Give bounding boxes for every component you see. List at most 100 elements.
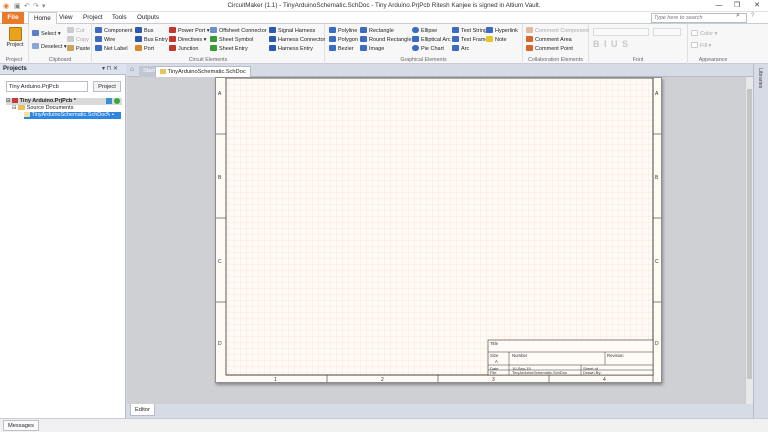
note-button[interactable]: Note — [486, 36, 507, 44]
round-rectangle-button[interactable]: Round Rectangle — [360, 36, 412, 44]
document-status-icon: ✎ ▪ — [106, 112, 115, 118]
folder-collapse-icon[interactable]: ⊟ — [12, 105, 17, 111]
tab-project[interactable]: Project — [78, 12, 108, 24]
directives-button[interactable]: Directives ▾ — [169, 36, 206, 44]
tree-item-schematic[interactable]: TinyArduinoSchematic.SchDoc ✎ ▪ — [24, 112, 121, 119]
component-icon — [95, 27, 102, 33]
arc-label: Arc — [461, 46, 470, 52]
note-label: Note — [495, 37, 507, 43]
zone-label-col-2: 2 — [381, 377, 384, 383]
junction-button[interactable]: Junction — [169, 45, 199, 53]
tab-schematic-label: TinyArduinoSchematic.SchDoc — [167, 69, 246, 75]
font-size-select[interactable] — [653, 28, 681, 36]
wire-icon — [95, 36, 102, 42]
power-port-button[interactable]: Power Port ▾ — [169, 27, 210, 35]
home-icon[interactable]: ⌂ — [130, 66, 134, 73]
arc-button[interactable]: Arc — [452, 45, 469, 53]
search-input[interactable]: Type here to search — [651, 13, 747, 23]
tab-schematic[interactable]: TinyArduinoSchematic.SchDoc — [155, 66, 251, 77]
ribbon: Project Project Select ▾ Deselect ▾ Cut … — [0, 24, 768, 64]
harness-entry-button[interactable]: Harness Entry — [269, 45, 313, 53]
cut-button[interactable]: Cut — [67, 27, 85, 35]
elliptical-arc-button[interactable]: Elliptical Arc — [412, 36, 451, 44]
bus-entry-button[interactable]: Bus Entry — [135, 36, 168, 44]
sheet-symbol-button[interactable]: Sheet Symbol — [210, 36, 253, 44]
signal-harness-button[interactable]: Signal Harness — [269, 27, 315, 35]
sheet-symbol-icon — [210, 36, 217, 42]
title-block-drawn-label: Drawn By: — [583, 370, 602, 376]
schematic-sheet[interactable]: A B C D A B C D 1 2 3 4 Title Size A Num… — [215, 77, 662, 383]
text-frame-icon — [452, 36, 459, 42]
image-button[interactable]: Image — [360, 45, 384, 53]
comment-component-button[interactable]: Comment Component — [526, 27, 589, 35]
collapse-icon[interactable]: ⊟ — [6, 98, 11, 104]
offsheet-connector-label: Offsheet Connector — [219, 28, 267, 34]
tree-item-source-folder[interactable]: ⊟ Source Documents — [12, 105, 73, 112]
net-label-button[interactable]: Net Label — [95, 45, 128, 53]
editor-tab-bar: Editor — [127, 404, 753, 418]
vertical-scrollbar[interactable] — [745, 77, 753, 404]
zone-label-col-3: 3 — [492, 377, 495, 383]
project-menu-button[interactable]: Project — [93, 81, 121, 92]
search-icon[interactable]: ⌕ — [736, 12, 740, 20]
offsheet-connector-button[interactable]: Offsheet Connector — [210, 27, 267, 35]
component-button[interactable]: Component — [95, 27, 132, 35]
vault-status-icon — [106, 98, 112, 104]
copy-button[interactable]: Copy — [67, 36, 89, 44]
libraries-tab[interactable]: Libraries — [757, 68, 763, 88]
polygon-button[interactable]: Polygon — [329, 36, 358, 44]
panel-pin-controls-icon[interactable]: ▾ ⊓ ✕ — [102, 64, 118, 75]
restore-button[interactable]: ❐ — [728, 1, 746, 11]
tab-view[interactable]: View — [54, 12, 78, 24]
port-button[interactable]: Port — [135, 45, 154, 53]
zone-label-col-4: 4 — [603, 377, 606, 383]
help-icon[interactable]: ? — [751, 13, 754, 19]
cut-icon — [67, 27, 74, 33]
ribbon-group-clipboard: Select ▾ Deselect ▾ Cut Copy Paste Clipb… — [29, 24, 92, 64]
paste-button[interactable]: Paste — [67, 45, 90, 53]
harness-connector-icon — [269, 36, 276, 42]
tab-tools[interactable]: Tools — [107, 12, 132, 24]
close-button[interactable]: ✕ — [748, 1, 766, 11]
tab-file[interactable]: File — [2, 12, 24, 24]
messages-button[interactable]: Messages — [3, 420, 39, 431]
wire-button[interactable]: Wire — [95, 36, 115, 44]
libraries-side-panel[interactable]: Libraries — [753, 64, 768, 418]
rectangle-button[interactable]: Rectangle — [360, 27, 394, 35]
font-style-buttons[interactable]: B I U S — [593, 39, 629, 49]
comment-area-button[interactable]: Comment Area — [526, 36, 572, 44]
rectangle-label: Rectangle — [369, 28, 394, 34]
zone-label-col-1: 1 — [274, 377, 277, 383]
polyline-button[interactable]: Polyline — [329, 27, 357, 35]
polyline-label: Polyline — [338, 28, 358, 34]
title-block-number-label: Number — [512, 353, 528, 358]
select-button[interactable]: Select ▾ — [32, 30, 61, 38]
schematic-workspace[interactable]: A B C D A B C D 1 2 3 4 Title Size A Num… — [127, 77, 745, 404]
text-frame-button[interactable]: Text Frame — [452, 36, 489, 44]
pie-chart-button[interactable]: Pie Chart — [412, 45, 444, 53]
vertical-scroll-thumb[interactable] — [747, 89, 752, 379]
comment-point-button[interactable]: Comment Point — [526, 45, 573, 53]
color-button[interactable]: Color ▾ — [691, 30, 717, 38]
bus-button[interactable]: Bus — [135, 27, 153, 35]
junction-icon — [169, 45, 176, 51]
text-string-button[interactable]: Text String — [452, 27, 487, 35]
ellipse-button[interactable]: Ellipse — [412, 27, 437, 35]
fill-label: Fill — [700, 43, 708, 49]
fill-button[interactable]: Fill ▾ — [691, 42, 711, 50]
deselect-button[interactable]: Deselect ▾ — [32, 43, 67, 51]
font-name-select[interactable] — [593, 28, 649, 36]
tab-outputs[interactable]: Outputs — [132, 12, 164, 24]
harness-connector-button[interactable]: Harness Connector — [269, 36, 325, 44]
bezier-button[interactable]: Bezier — [329, 45, 354, 53]
hyperlink-button[interactable]: Hyperlink — [486, 27, 518, 35]
sheet-entry-button[interactable]: Sheet Entry — [210, 45, 248, 53]
minimize-button[interactable]: — — [710, 1, 728, 11]
project-name-field[interactable]: Tiny Arduino.PrjPcb — [6, 81, 88, 92]
project-button[interactable]: Project — [5, 26, 25, 54]
tab-editor[interactable]: Editor — [130, 404, 155, 416]
window-title: CircuitMaker (1.1) - TinyArduinoSchemati… — [227, 2, 541, 9]
tree-item-project[interactable]: ⊟ Tiny Arduino.PrjPcb * — [6, 98, 122, 105]
paste-icon — [67, 45, 74, 51]
title-block-size-value: A — [495, 359, 498, 364]
